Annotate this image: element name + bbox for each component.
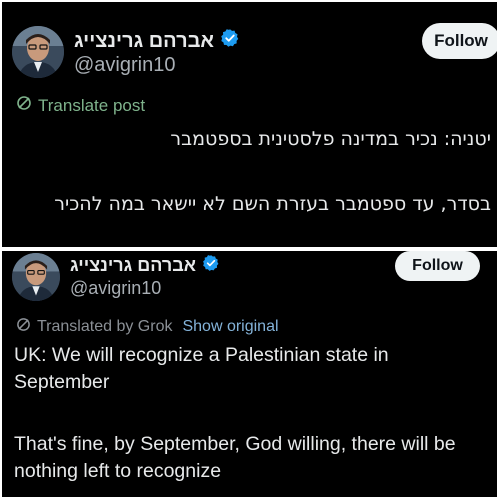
avatar[interactable]	[12, 253, 60, 301]
display-name-row: אברהם גרינצייג	[74, 28, 240, 54]
handle[interactable]: @avigrin10	[70, 278, 161, 299]
translated-by-row: Translated by Grok Show original	[16, 317, 279, 337]
display-name-row: אברהם גרינצייג	[70, 254, 220, 277]
post-text-line: יטניה: נכיר במדינה פלסטינית בספטמבר	[170, 128, 491, 150]
post-text-paragraph: That's fine, by September, God willing, …	[14, 433, 456, 482]
display-name[interactable]: אברהם גרינצייג	[70, 255, 196, 276]
post-text-paragraph: UK: We will recognize a Palestinian stat…	[14, 344, 389, 393]
translate-post-link[interactable]: Translate post	[38, 96, 145, 116]
translate-icon	[16, 95, 32, 116]
follow-button[interactable]: Follow	[422, 23, 497, 59]
verified-badge-icon	[202, 254, 220, 277]
avatar[interactable]	[12, 26, 64, 78]
avatar-image	[12, 253, 60, 301]
translated-by-label: Translated by Grok	[37, 318, 173, 335]
translate-post-row[interactable]: Translate post	[16, 95, 145, 116]
translated-post-panel: אברהם גרינצייג @avigrin10 Follow Transla…	[2, 251, 497, 497]
original-post-panel: אברהם גרינצייג @avigrin10 Follow Transla…	[2, 2, 497, 247]
show-original-link[interactable]: Show original	[182, 318, 278, 336]
handle[interactable]: @avigrin10	[74, 54, 175, 77]
post-text-line: בסדר, עד ספטמבר בעזרת השם לא יישאר במה ל…	[54, 193, 491, 215]
translate-icon	[16, 317, 31, 337]
avatar-image	[12, 26, 64, 78]
screenshot-frame: אברהם גרינצייג @avigrin10 Follow Transla…	[0, 0, 500, 500]
follow-button[interactable]: Follow	[395, 251, 480, 281]
display-name[interactable]: אברהם גרינצייג	[74, 30, 214, 53]
verified-badge-icon	[220, 28, 240, 54]
